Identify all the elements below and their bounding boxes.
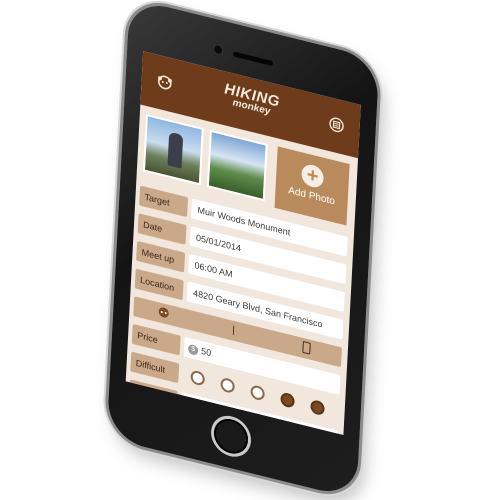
- coin-icon: $: [187, 343, 199, 356]
- plus-icon: +: [301, 162, 325, 190]
- edit-note-icon[interactable]: [327, 115, 346, 137]
- front-camera: [213, 44, 223, 55]
- earpiece-speaker: [232, 51, 274, 67]
- difficulty-monkey-icon[interactable]: [310, 398, 325, 417]
- difficulty-monkey-icon[interactable]: [250, 384, 265, 402]
- trip-photo-2[interactable]: [206, 129, 268, 202]
- difficulty-monkey-icon[interactable]: [190, 369, 206, 387]
- monkey-face-icon[interactable]: [155, 72, 174, 94]
- app-screen: HIKING monkey + Add Photo Target Muir Wo…: [125, 51, 361, 435]
- difficulty-monkey-icon[interactable]: [280, 391, 295, 409]
- app-logo: HIKING monkey: [211, 78, 292, 122]
- trip-photo-1[interactable]: [142, 113, 204, 186]
- add-photo-button[interactable]: + Add Photo: [274, 146, 350, 226]
- stage: HIKING monkey + Add Photo Target Muir Wo…: [0, 0, 500, 500]
- price-value: 50: [200, 345, 212, 359]
- phone-frame: HIKING monkey + Add Photo Target Muir Wo…: [106, 0, 380, 500]
- difficulty-monkey-icon[interactable]: [220, 376, 236, 395]
- home-button[interactable]: [213, 415, 249, 458]
- hiker-figure: [167, 131, 184, 169]
